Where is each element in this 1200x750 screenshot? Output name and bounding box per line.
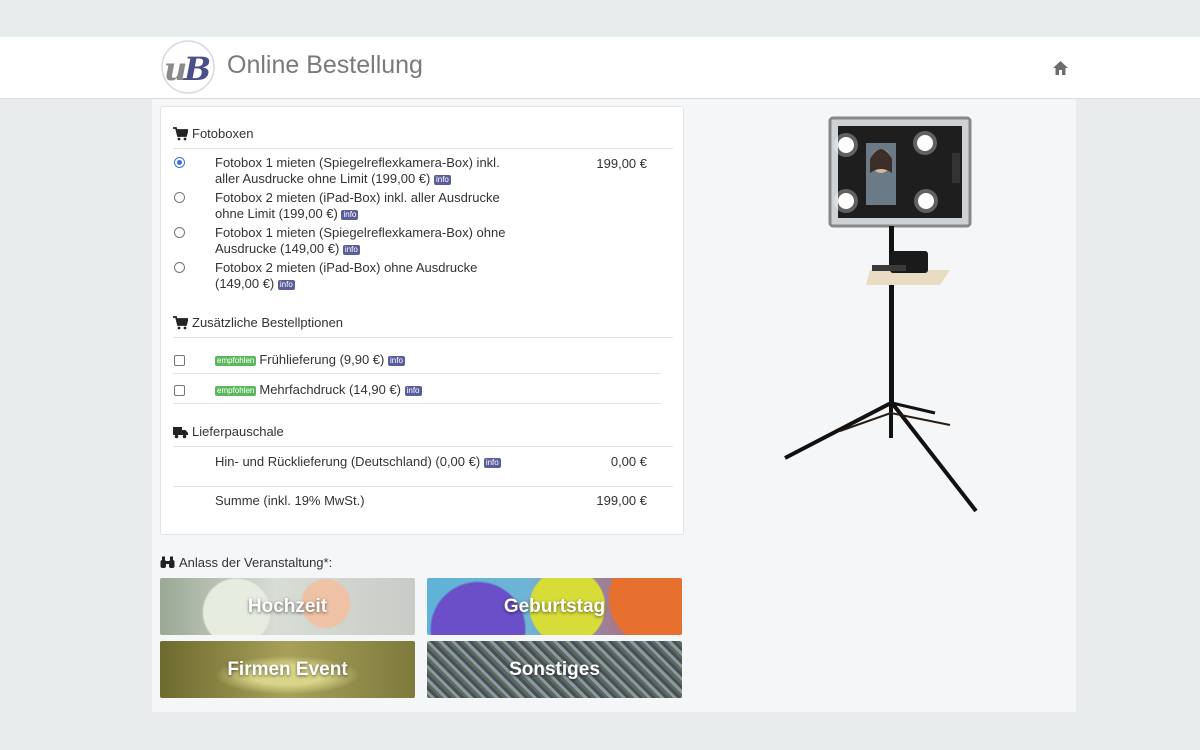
option-line: Frühlieferung (9,90 €) [259, 352, 385, 367]
logo: u B [161, 40, 215, 94]
option-line: (149,00 €) [215, 276, 275, 291]
tile-label: Firmen Event [227, 658, 348, 680]
section-liefer: Lieferpauschale [173, 424, 284, 439]
divider [173, 373, 661, 374]
tile-label: Sonstiges [509, 658, 600, 680]
event-tile-geburtstag[interactable]: Geburtstag [427, 578, 682, 635]
option-line: ohne Limit (199,00 €) [215, 206, 338, 221]
recommended-badge: empfohlen [215, 385, 257, 396]
photobox-product-image [784, 116, 978, 513]
info-button[interactable]: info [483, 457, 501, 468]
option-line: Mehrfachdruck (14,90 €) [259, 382, 401, 397]
event-tile-sonstiges[interactable]: Sonstiges [427, 641, 682, 698]
info-button[interactable]: info [277, 279, 295, 290]
info-button[interactable]: info [404, 385, 422, 396]
option-price: 199,00 € [596, 156, 647, 171]
total-label: Summe (inkl. 19% MwSt.) [215, 493, 365, 508]
option-line: Fotobox 1 mieten (Spiegelreflexkamera-Bo… [215, 225, 506, 240]
info-button[interactable]: info [342, 244, 360, 255]
tile-label: Hochzeit [247, 595, 328, 617]
divider [173, 403, 661, 404]
cart-icon [173, 126, 188, 140]
top-strip [0, 0, 1200, 37]
event-tile-hochzeit[interactable]: Hochzeit [160, 578, 415, 635]
divider [173, 148, 673, 149]
option-label: Fotobox 1 mieten (Spiegelreflexkamera-Bo… [215, 225, 525, 257]
section-heading: Zusätzliche Bestellptionen [192, 315, 344, 330]
radio-fotobox-2-inkl[interactable] [174, 192, 185, 203]
page-content: Fotoboxen Fotobox 1 mieten (Spiegelrefle… [152, 99, 1076, 712]
option-label: empfohlen Mehrfachdruck (14,90 €) info [215, 382, 615, 398]
tile-label: Geburtstag [503, 595, 606, 617]
option-label: Fotobox 2 mieten (iPad-Box) inkl. aller … [215, 190, 525, 222]
checkbox-fruehlieferung[interactable] [174, 355, 185, 366]
option-label: Hin- und Rücklieferung (Deutschland) (0,… [215, 454, 615, 470]
section-zusatz: Zusätzliche Bestellptionen [173, 315, 343, 330]
section-heading: Fotoboxen [192, 126, 254, 141]
option-line: Fotobox 2 mieten (iPad-Box) inkl. aller … [215, 190, 500, 205]
section-heading: Lieferpauschale [192, 424, 284, 439]
checkbox-mehrfachdruck[interactable] [174, 385, 185, 396]
info-button[interactable]: info [388, 355, 405, 366]
option-line: aller Ausdrucke ohne Limit (199,00 €) [215, 171, 431, 186]
event-tile-firmen-event[interactable]: Firmen Event [160, 641, 415, 698]
bottom-strip [0, 712, 1200, 750]
delivery-price: 0,00 € [610, 454, 647, 469]
radio-fotobox-2-ohne[interactable] [174, 262, 185, 273]
radio-fotobox-1-inkl[interactable] [174, 157, 185, 168]
option-label: empfohlen Frühlieferung (9,90 €) info [215, 352, 615, 368]
home-icon[interactable] [1052, 60, 1069, 76]
option-line: Ausdrucke (149,00 €) [215, 241, 340, 256]
anlass-label: Anlass der Veranstaltung*: [179, 555, 333, 570]
recommended-badge: empfohlen [215, 355, 257, 366]
option-line: Fotobox 2 mieten (iPad-Box) ohne Ausdruc… [215, 260, 478, 275]
page-title: Online Bestellung [227, 51, 423, 79]
truck-icon [173, 426, 188, 438]
cart-icon [173, 315, 188, 329]
radio-fotobox-1-ohne[interactable] [174, 227, 185, 238]
total-price: 199,00 € [596, 493, 647, 508]
divider [173, 337, 673, 338]
svg-text:B: B [183, 50, 211, 88]
divider [173, 446, 673, 447]
divider [173, 486, 673, 487]
option-label: Fotobox 1 mieten (Spiegelreflexkamera-Bo… [215, 155, 525, 187]
option-line: Fotobox 1 mieten (Spiegelreflexkamera-Bo… [215, 155, 500, 170]
info-button[interactable]: info [341, 209, 359, 220]
anlass-heading: Anlass der Veranstaltung*: [160, 555, 332, 570]
binoculars-icon [160, 556, 175, 568]
section-fotoboxen: Fotoboxen [173, 126, 253, 141]
order-card: Fotoboxen Fotobox 1 mieten (Spiegelrefle… [160, 106, 684, 535]
header: u B Online Bestellung [0, 37, 1200, 99]
option-label: Fotobox 2 mieten (iPad-Box) ohne Ausdruc… [215, 260, 525, 292]
option-line: Hin- und Rücklieferung (Deutschland) (0,… [215, 454, 481, 469]
info-button[interactable]: info [433, 174, 451, 185]
